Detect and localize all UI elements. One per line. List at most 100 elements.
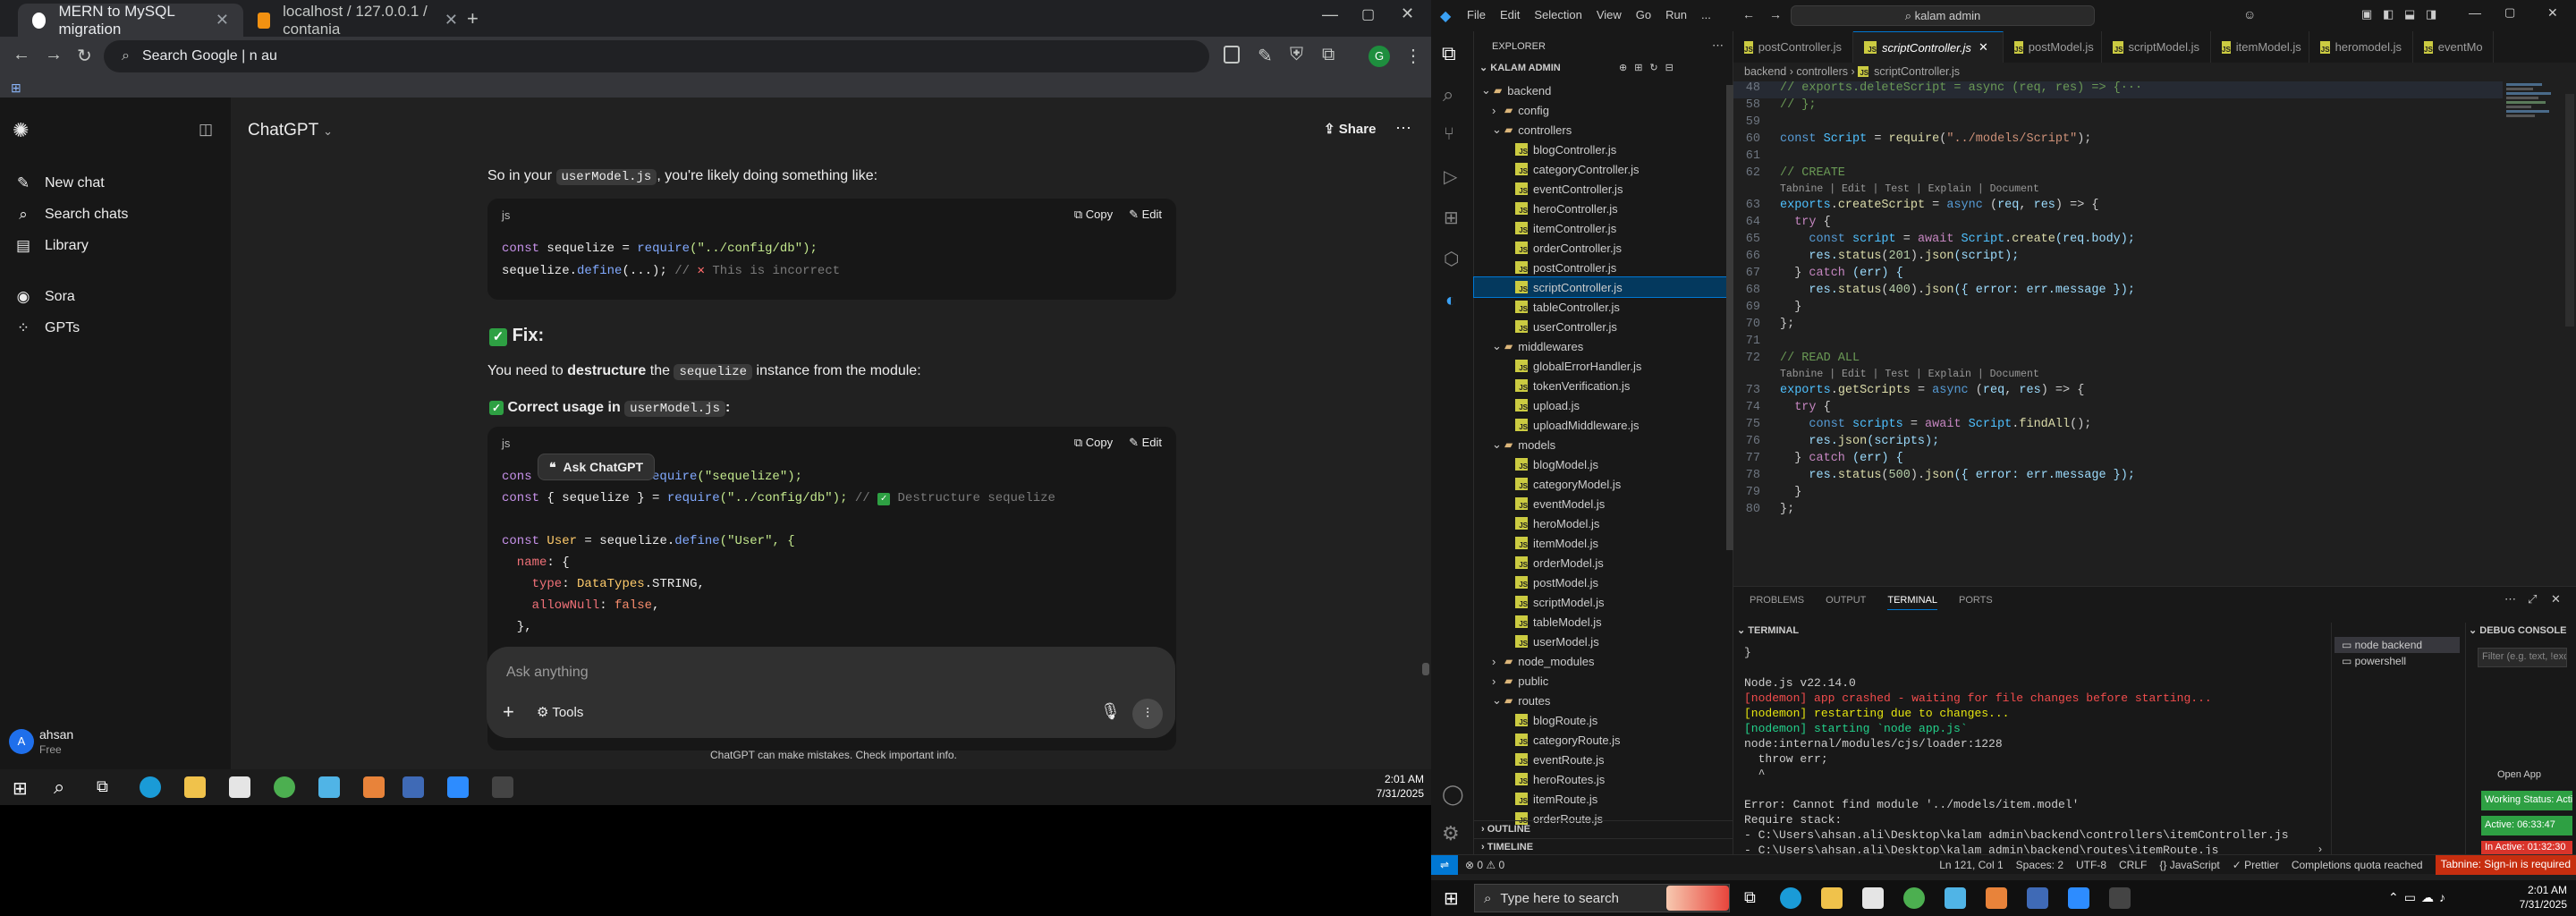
copilot-quota[interactable]: Completions quota reached: [2292, 859, 2423, 871]
tree-folder[interactable]: › ▰ public: [1474, 671, 1733, 691]
zoom-icon[interactable]: [2068, 887, 2089, 909]
task-view-icon[interactable]: ⧉: [1744, 888, 1756, 907]
tree-file[interactable]: JS heroController.js: [1474, 199, 1733, 218]
terminal-instance-node[interactable]: ▭ node backend: [2334, 637, 2460, 653]
profile-avatar[interactable]: G: [1368, 46, 1390, 67]
tree-file[interactable]: JS categoryController.js: [1474, 159, 1733, 179]
tree-folder[interactable]: › ▰ config: [1474, 100, 1733, 120]
extension-icon[interactable]: [1224, 46, 1240, 64]
tree-file[interactable]: JS orderModel.js: [1474, 553, 1733, 572]
tree-file[interactable]: JS itemController.js: [1474, 218, 1733, 238]
language-mode[interactable]: {} JavaScript: [2159, 859, 2219, 871]
command-center[interactable]: ⌕ kalam admin: [1791, 5, 2095, 26]
tree-file[interactable]: JS blogController.js: [1474, 140, 1733, 159]
taskbar-search-input[interactable]: ⌕ Type here to search: [1474, 884, 1730, 912]
tree-file[interactable]: JS tokenVerification.js: [1474, 376, 1733, 395]
toggle-panel-icon[interactable]: ⬓: [2404, 7, 2415, 21]
file-explorer-icon[interactable]: [1821, 887, 1843, 909]
tree-folder[interactable]: ⌄ ▰ middlewares: [1474, 336, 1733, 356]
explorer-scrollbar[interactable]: [1726, 85, 1733, 550]
tree-file[interactable]: JS categoryModel.js: [1474, 474, 1733, 494]
tree-folder[interactable]: ⌄ ▰ controllers: [1474, 120, 1733, 140]
extensions-icon[interactable]: ⊞: [1444, 207, 1459, 229]
tree-file[interactable]: JS userController.js: [1474, 317, 1733, 336]
close-window-icon[interactable]: ✕: [1401, 4, 1414, 23]
close-window-icon[interactable]: ✕: [2547, 5, 2558, 21]
indentation[interactable]: Spaces: 2: [2016, 859, 2063, 871]
tabnine-status[interactable]: Tabnine: Sign-in is required: [2435, 854, 2576, 875]
nav-forward-icon[interactable]: →: [1769, 7, 1782, 21]
store-icon[interactable]: [229, 776, 250, 798]
voice-mode-button[interactable]: ⫶: [1132, 699, 1163, 729]
edge-icon[interactable]: [140, 776, 161, 798]
close-icon[interactable]: ✕: [445, 11, 458, 30]
more-icon[interactable]: ⋮: [1404, 45, 1422, 67]
edit-button[interactable]: ✎ Edit: [1129, 208, 1162, 222]
menu-item[interactable]: View: [1597, 8, 1622, 21]
app-icon[interactable]: [318, 776, 340, 798]
close-sidebar-icon[interactable]: ◫: [199, 121, 213, 139]
tree-file[interactable]: JS tableModel.js: [1474, 612, 1733, 632]
edge-icon[interactable]: [1780, 887, 1801, 909]
terminal-section-header[interactable]: ⌄ TERMINAL: [1737, 624, 1799, 636]
vscode-taskbar-icon[interactable]: [402, 776, 424, 798]
tree-file[interactable]: JS blogModel.js: [1474, 454, 1733, 474]
tree-file[interactable]: JS blogRoute.js: [1474, 710, 1733, 730]
edit-button[interactable]: ✎ Edit: [1129, 436, 1162, 450]
toggle-secondary-icon[interactable]: ◨: [2426, 7, 2436, 21]
more-icon[interactable]: ⋯: [1712, 38, 1724, 53]
editor-tab-active[interactable]: JS scriptController.js ✕: [1853, 31, 2004, 63]
chevron-right-icon[interactable]: ›: [2318, 843, 2322, 855]
explorer-actions-icon[interactable]: ⊕⊞↻⊟: [1619, 62, 1681, 73]
panel-tab-active[interactable]: TERMINAL: [1887, 595, 1937, 610]
code-area[interactable]: 48// exports.deleteScript = async (req, …: [1733, 81, 2503, 520]
copy-button[interactable]: ⧉ Copy: [1074, 436, 1113, 450]
ask-chatgpt-tooltip[interactable]: ❝ Ask ChatGPT: [538, 454, 656, 480]
tree-file[interactable]: JS userModel.js: [1474, 632, 1733, 651]
windows-start-icon[interactable]: ⊞: [13, 777, 28, 800]
puzzle-icon[interactable]: ⧉: [1322, 45, 1335, 65]
forward-icon[interactable]: →: [45, 45, 63, 65]
nav-back-icon[interactable]: ←: [1742, 7, 1755, 21]
windows-start-icon[interactable]: ⊞: [1444, 887, 1459, 910]
file-explorer-icon[interactable]: [184, 776, 206, 798]
terminal-output[interactable]: } Node.js v22.14.0 [nodemon] app crashed -…: [1744, 646, 2334, 859]
shield-icon[interactable]: ⛨: [1290, 45, 1303, 65]
sidebar-item-gpts[interactable]: ⁘ GPTs: [13, 313, 80, 344]
editor-tab[interactable]: JS postModel.js: [2004, 31, 2102, 63]
editor-tab[interactable]: JS postController.js: [1733, 31, 1853, 63]
menu-item[interactable]: Edit: [1500, 8, 1520, 21]
tab-phpmyadmin[interactable]: localhost / 127.0.0.1 / contania ✕: [243, 3, 472, 38]
editor-tab[interactable]: JS scriptModel.js: [2102, 31, 2211, 63]
outline-section[interactable]: › OUTLINE: [1474, 820, 1733, 838]
more-icon[interactable]: ⋯: [2504, 592, 2516, 606]
prettier-status[interactable]: ✓ Prettier: [2233, 859, 2279, 871]
menu-item[interactable]: Go: [1636, 8, 1651, 21]
remote-icon[interactable]: ⇌: [1431, 854, 1458, 875]
tree-folder[interactable]: ⌄ ▰ backend: [1474, 81, 1733, 100]
omnibox[interactable]: ⌕ Search Google | n au: [104, 40, 1209, 72]
workspace-header[interactable]: ⌄ KALAM ADMIN ⊕⊞↻⊟: [1474, 62, 1733, 73]
mongodb-leaf-icon[interactable]: ◐: [1445, 291, 1456, 311]
apps-icon[interactable]: ⊞: [11, 81, 21, 96]
source-control-icon[interactable]: ⑂: [1444, 124, 1454, 145]
tree-folder[interactable]: › ▰ node_modules: [1474, 651, 1733, 671]
editor-tab[interactable]: JS eventMo: [2413, 31, 2494, 63]
tree-file[interactable]: JS upload.js: [1474, 395, 1733, 415]
chrome-icon[interactable]: [1903, 887, 1925, 909]
menu-item[interactable]: Run: [1665, 8, 1687, 21]
tree-file[interactable]: JS scriptModel.js: [1474, 592, 1733, 612]
tree-folder[interactable]: ⌄ ▰ models: [1474, 435, 1733, 454]
encoding[interactable]: UTF-8: [2076, 859, 2106, 871]
explorer-icon[interactable]: ⧉: [1442, 42, 1456, 65]
tools-button[interactable]: ⚙ Tools: [537, 704, 583, 720]
panel-tab[interactable]: PORTS: [1959, 595, 1993, 610]
pen-icon[interactable]: ✎: [1258, 45, 1273, 67]
tree-file[interactable]: JS orderController.js: [1474, 238, 1733, 258]
copilot-icon[interactable]: ☺: [2243, 7, 2256, 21]
tree-file[interactable]: JS eventModel.js: [1474, 494, 1733, 513]
panel-tab[interactable]: OUTPUT: [1826, 595, 1866, 610]
editor-tab[interactable]: JS itemModel.js: [2211, 31, 2309, 63]
new-tab-icon[interactable]: +: [467, 7, 479, 30]
tree-file[interactable]: JS postModel.js: [1474, 572, 1733, 592]
